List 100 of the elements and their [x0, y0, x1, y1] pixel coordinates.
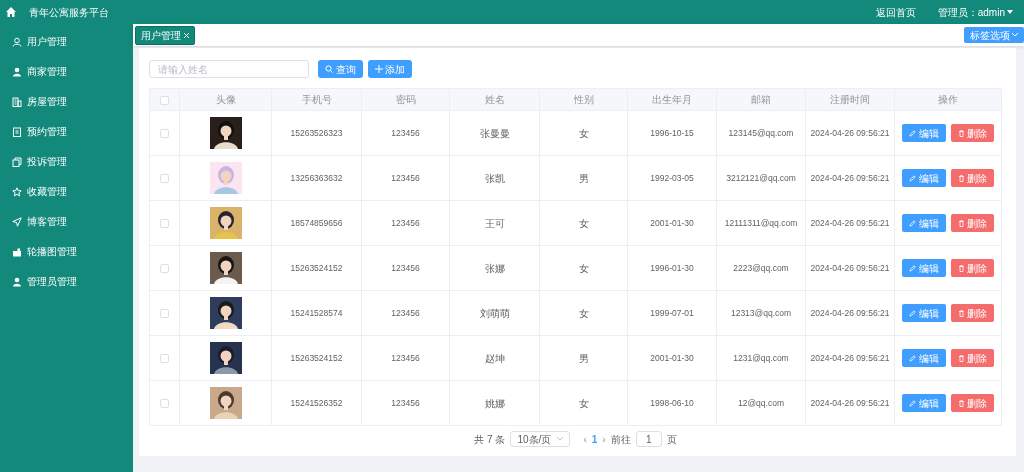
- name-cell: 赵坤: [484, 352, 505, 364]
- gender-cell: 女: [578, 127, 589, 139]
- checkbox[interactable]: [160, 398, 169, 408]
- column-header: 出生年月: [652, 94, 692, 105]
- search-field[interactable]: 请输入姓名: [149, 60, 309, 78]
- delete-button[interactable]: 删除: [950, 394, 994, 412]
- briefcase-icon: [12, 246, 22, 257]
- email-cell: 123145@qq.com: [728, 127, 794, 138]
- tab-options-button[interactable]: 标签选项: [963, 27, 1024, 43]
- delete-button[interactable]: 删除: [950, 349, 994, 367]
- page-input[interactable]: 1: [635, 431, 662, 447]
- sidebar-item[interactable]: 轮播图管理: [0, 236, 133, 267]
- column-header: 邮箱: [751, 94, 771, 105]
- chevron-icon: [1012, 33, 1018, 37]
- column-header: 操作: [938, 94, 958, 105]
- edit-button[interactable]: 编辑: [902, 394, 946, 412]
- page-size-select[interactable]: 10条/页: [510, 431, 571, 447]
- birth-date: 2001-01-30: [650, 217, 694, 228]
- email-cell: 2223@qq.com: [733, 262, 789, 273]
- edit-button[interactable]: 编辑: [902, 169, 946, 187]
- plus-icon: [374, 65, 383, 73]
- edit-button[interactable]: 编辑: [902, 349, 946, 367]
- sidebar-item[interactable]: 房屋管理: [0, 86, 133, 117]
- delete-button[interactable]: 删除: [950, 124, 994, 142]
- gender-cell: 女: [578, 262, 589, 274]
- total-count: 共 7 条: [474, 432, 506, 447]
- checkbox[interactable]: [160, 95, 169, 105]
- checkbox[interactable]: [160, 218, 169, 228]
- name-cell: 张曼曼: [479, 127, 510, 139]
- email-cell: 3212121@qq.com: [726, 172, 796, 183]
- building-icon: [12, 96, 22, 107]
- checkbox[interactable]: [160, 353, 169, 363]
- next-page-button[interactable]: ›: [602, 431, 606, 447]
- delete-button[interactable]: 删除: [950, 259, 994, 277]
- name-cell: 王可: [484, 217, 505, 229]
- delete-button[interactable]: 删除: [950, 169, 994, 187]
- password-cell: 123456: [391, 307, 420, 318]
- pencil-icon: [909, 219, 916, 227]
- phone-number: 15241526352: [290, 397, 343, 408]
- previous-page-button[interactable]: ‹: [583, 431, 587, 447]
- trash-icon: [957, 264, 965, 272]
- trash-icon: [957, 354, 965, 362]
- sidebar-item[interactable]: 预约管理: [0, 116, 133, 147]
- add-button[interactable]: 添加: [367, 60, 412, 78]
- birth-date: 1998-06-10: [650, 397, 694, 408]
- sidebar-item[interactable]: 博客管理: [0, 206, 133, 237]
- edit-button[interactable]: 编辑: [902, 259, 946, 277]
- gender-cell: 男: [578, 352, 589, 364]
- phone-number: 15263524152: [290, 262, 343, 273]
- query-button[interactable]: 查询: [318, 60, 363, 78]
- registration-time: 2024-04-26 09:56:21: [810, 217, 890, 228]
- password-cell: 123456: [391, 397, 420, 408]
- checkbox[interactable]: [160, 173, 169, 183]
- delete-button[interactable]: 删除: [950, 304, 994, 322]
- close-icon[interactable]: [183, 32, 189, 38]
- trash-icon: [957, 219, 965, 227]
- name-cell: 姚娜: [484, 397, 505, 409]
- checkbox[interactable]: [160, 308, 169, 318]
- birth-date: 1996-01-30: [650, 262, 694, 273]
- page-suffix: 页: [666, 432, 677, 447]
- trash-icon: [957, 399, 965, 407]
- user-icon: [12, 276, 22, 287]
- registration-time: 2024-04-26 09:56:21: [810, 127, 890, 138]
- registration-time: 2024-04-26 09:56:21: [810, 307, 890, 318]
- user-icon: [12, 66, 22, 77]
- sidebar-item[interactable]: 用户管理: [0, 26, 133, 57]
- edit-button[interactable]: 编辑: [902, 124, 946, 142]
- document-icon: [12, 126, 22, 137]
- copy-icon: [12, 156, 22, 167]
- birth-date: 1999-07-01: [650, 307, 694, 318]
- column-header: 密码: [395, 94, 416, 105]
- tab[interactable]: 用户管理: [135, 25, 195, 45]
- checkbox[interactable]: [160, 128, 169, 138]
- password-cell: 123456: [391, 172, 420, 183]
- email-cell: 12@qq.com: [738, 397, 784, 408]
- home-link[interactable]: 返回首页: [875, 4, 916, 20]
- email-cell: 1231@qq.com: [733, 352, 789, 363]
- phone-number: 15263524152: [290, 352, 343, 363]
- sidebar-item[interactable]: 收藏管理: [0, 176, 133, 207]
- user-menu[interactable]: 管理员：admin: [937, 4, 1013, 20]
- gender-cell: 女: [578, 397, 589, 409]
- phone-number: 15263526323: [290, 127, 343, 138]
- name-cell: 刘萌萌: [479, 307, 510, 319]
- edit-button[interactable]: 编辑: [902, 214, 946, 232]
- password-cell: 123456: [391, 262, 420, 273]
- name-cell: 张娜: [484, 262, 505, 274]
- star-icon: [12, 186, 22, 197]
- birth-date: 1992-03-05: [650, 172, 694, 183]
- home-icon[interactable]: [5, 6, 17, 18]
- checkbox[interactable]: [160, 263, 169, 273]
- sidebar-item[interactable]: 投诉管理: [0, 146, 133, 177]
- app-title: 青年公寓服务平台: [29, 5, 109, 20]
- caret-icon: [1007, 10, 1013, 14]
- column-header: 性别: [573, 94, 594, 105]
- edit-button[interactable]: 编辑: [902, 304, 946, 322]
- page-number[interactable]: 1: [591, 431, 598, 447]
- sidebar-item[interactable]: 管理员管理: [0, 266, 133, 297]
- email-cell: 12313@qq.com: [730, 307, 792, 318]
- delete-button[interactable]: 删除: [950, 214, 994, 232]
- sidebar-item[interactable]: 商家管理: [0, 56, 133, 87]
